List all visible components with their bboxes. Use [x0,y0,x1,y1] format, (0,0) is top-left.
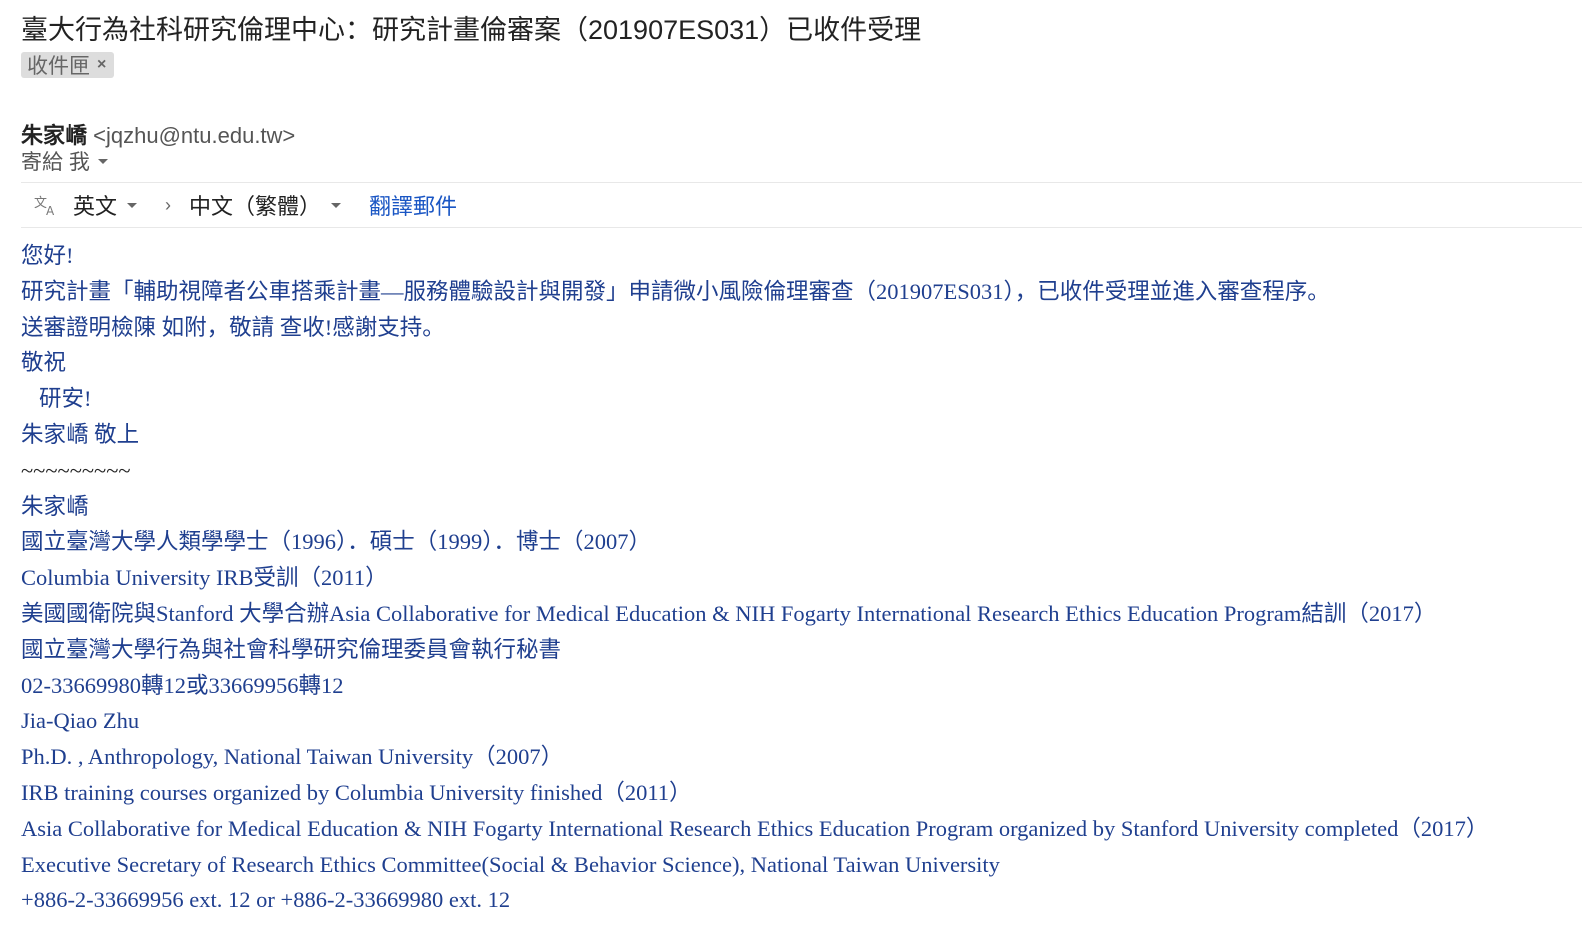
source-language-dropdown[interactable]: 英文 [73,189,138,221]
signature-line: Asia Collaborative for Medical Education… [21,815,1489,841]
signature-line: 國立臺灣大學行為與社會科學研究倫理委員會執行秘書 [21,636,562,662]
email-subject: 臺大行為社科研究倫理中心：研究計畫倫審案（201907ES031）已收件受理 [21,15,922,45]
chevron-down-icon [127,202,138,208]
source-language-label: 英文 [73,194,118,219]
email-body: 您好! 研究計畫「輔助視障者公車搭乘計畫—服務體驗設計與開發」申請微小風險倫理審… [21,238,1488,918]
sign-off: 朱家嶠 敬上 [21,421,140,447]
chevron-down-icon[interactable] [97,158,108,164]
signature-line: 國立臺灣大學人類學學士（1996）．碩士（1999）．博士（2007） [21,529,652,555]
translate-bar: 文 A 英文 › 中文（繁體） 翻譯郵件 [21,182,1582,228]
recipient-line[interactable]: 寄給 我 [21,146,108,176]
signature-line: 朱家嶠 [21,493,89,519]
signature-line: 美國國衛院與Stanford 大學合辦Asia Collaborative fo… [21,600,1437,626]
greeting: 您好! [21,243,74,268]
label-text: 收件匣 [27,55,90,78]
translate-message-link[interactable]: 翻譯郵件 [369,189,457,221]
translate-icon: 文 A [34,196,55,217]
signature-line: IRB training courses organized by Columb… [21,779,692,805]
signature-line: Jia-Qiao Zhu [21,708,140,734]
target-language-label: 中文（繁體） [189,194,322,219]
svg-text:A: A [46,204,55,217]
signature-line: Columbia University IRB受訓（2011） [21,565,388,591]
inbox-label-chip: 收件匣 × [21,52,115,78]
remove-label-icon[interactable]: × [97,56,106,74]
body-line: 研究計畫「輔助視障者公車搭乘計畫—服務體驗設計與開發」申請微小風險倫理審查（20… [21,278,1330,304]
signature-line: +886-2-33669956 ext. 12 or +886-2-336699… [21,887,511,913]
recipient-text: 寄給 我 [21,151,90,174]
signature-line: Executive Secretary of Research Ethics C… [21,851,1000,877]
signature-line: Ph.D. , Anthropology, National Taiwan Un… [21,744,564,770]
sender-email: <jqzhu@ntu.edu.tw> [93,123,296,148]
body-line: 送審證明檢陳 如附，敬請 查收!感謝支持。 [21,314,445,340]
closing: 研安! [39,386,92,412]
signature-line: 02-33669980轉12或33669956轉12 [21,672,344,698]
sender-name[interactable]: 朱家嶠 [21,123,87,148]
target-language-dropdown[interactable]: 中文（繁體） [189,189,342,221]
arrow-right-icon: › [165,194,172,215]
closing: 敬祝 [21,350,67,376]
chevron-down-icon [331,202,342,208]
signature-separator: ~~~~~~~~~ [21,457,131,483]
